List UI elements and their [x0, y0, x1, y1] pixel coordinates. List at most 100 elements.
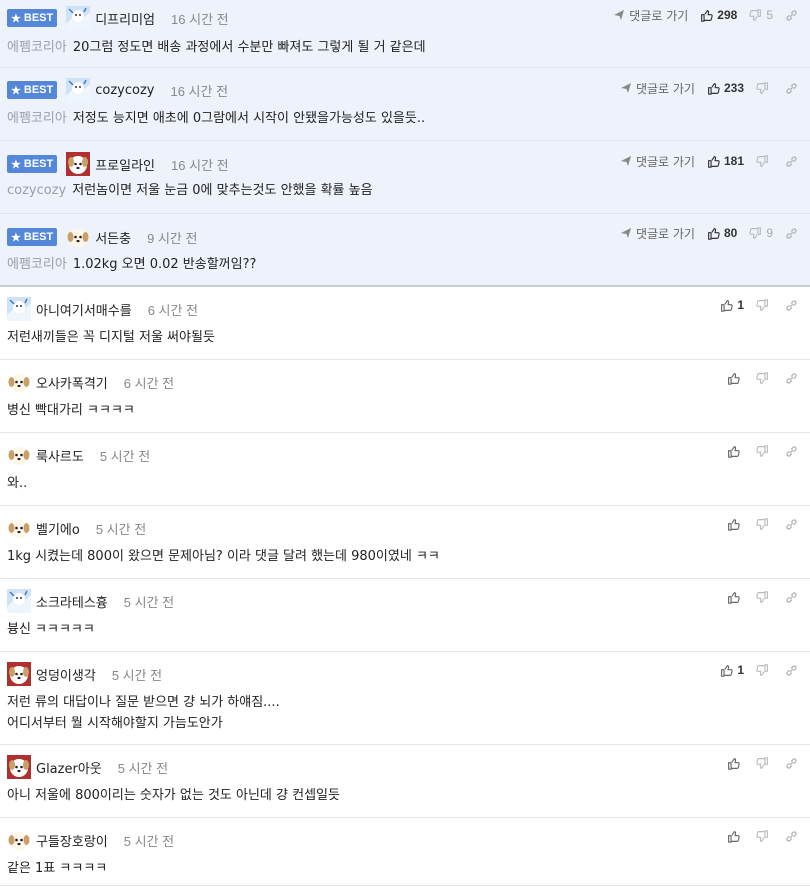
downvote-button[interactable]: [756, 154, 773, 168]
comment-author[interactable]: 소크라테스흉: [36, 592, 108, 611]
downvote-button[interactable]: [756, 756, 773, 770]
comment-body: 아니 저울에 800이리는 숫자가 없는 것도 아닌데 걍 컨셉일듯: [7, 785, 340, 806]
best-comment: ★ BEST 디프리미엄 16 시간 전 댓글로 가기 298 5 에펨코리아 20…: [0, 0, 810, 68]
goto-comment-button[interactable]: 댓글로 가기: [613, 7, 688, 24]
upvote-button[interactable]: 181: [707, 154, 744, 168]
thumbs-up-icon: [727, 518, 740, 531]
comment-author[interactable]: cozycozy: [95, 83, 154, 98]
copy-link-button[interactable]: [785, 372, 798, 385]
reply-to[interactable]: 에펨코리아: [7, 111, 67, 126]
downvote-button[interactable]: 5: [749, 8, 773, 22]
comment-text-line: 븅신 ㅋㅋㅋㅋㅋ: [7, 622, 95, 637]
best-comment: ★ BEST 서든충 9 시간 전 댓글로 가기 80 9 에펨코리아 1.02kg…: [0, 214, 810, 287]
upvote-count: 233: [723, 81, 744, 95]
copy-link-button[interactable]: [785, 518, 798, 531]
comment-time: 16 시간 전: [171, 157, 229, 173]
thumbs-down-icon: [756, 517, 769, 531]
thumbs-down-icon: [756, 590, 769, 604]
reply-to[interactable]: cozycozy: [7, 183, 66, 198]
upvote-button[interactable]: 1: [720, 298, 744, 312]
comment-body: 병신 빡대가리 ㅋㅋㅋㅋ: [7, 400, 135, 421]
comment-author[interactable]: 디프리미엄: [95, 9, 155, 28]
downvote-button[interactable]: [756, 81, 773, 95]
downvote-button[interactable]: [756, 371, 773, 385]
comment-time: 6 시간 전: [123, 375, 175, 391]
thumbs-down-icon: [756, 444, 769, 458]
copy-link-button[interactable]: [785, 155, 798, 168]
downvote-button[interactable]: 9: [749, 226, 773, 240]
downvote-button[interactable]: [756, 444, 773, 458]
downvote-button[interactable]: [756, 829, 773, 843]
comment-author[interactable]: 엉덩이생각: [36, 665, 96, 684]
goto-comment-button[interactable]: 댓글로 가기: [620, 153, 695, 170]
reply-to[interactable]: 에펨코리아: [7, 257, 67, 272]
copy-link-button[interactable]: [785, 227, 798, 240]
avatar-dog-icon: [7, 370, 31, 394]
upvote-button[interactable]: 1: [720, 663, 744, 677]
comment-text: 20그럼 정도면 배송 과정에서 수분만 빠져도 그렇게 될 거 같은데: [72, 40, 426, 55]
thumbs-up-icon: [727, 591, 740, 604]
comment-author[interactable]: Glazer아웃: [36, 758, 102, 777]
goto-comment-button[interactable]: 댓글로 가기: [620, 225, 695, 242]
avatar-dog-icon: [7, 828, 31, 852]
comment: 아니여기서매수를 6 시간 전 1 저런새끼들은 꼭 디지털 저울 써야될듯: [0, 287, 810, 360]
link-icon: [785, 227, 798, 240]
link-icon: [785, 757, 798, 770]
comment-author[interactable]: 프로일라인: [95, 155, 155, 174]
upvote-count: 298: [717, 8, 738, 22]
comment-author[interactable]: 오사카폭격기: [36, 373, 108, 392]
star-icon: ★: [11, 84, 21, 97]
downvote-button[interactable]: [756, 298, 773, 312]
copy-link-button[interactable]: [785, 82, 798, 95]
arrow-icon: [620, 227, 632, 239]
goto-comment-button[interactable]: 댓글로 가기: [620, 80, 695, 97]
avatar-dog-red-icon: [7, 755, 31, 779]
thumbs-up-icon: [727, 757, 740, 770]
upvote-button[interactable]: [727, 372, 744, 385]
comment-author[interactable]: 룩사르도: [36, 446, 84, 465]
upvote-button[interactable]: [727, 518, 744, 531]
comment-author[interactable]: 서든충: [95, 228, 131, 247]
comment-author[interactable]: 구들장호랑이: [36, 831, 108, 850]
thumbs-down-icon: [756, 154, 769, 168]
copy-link-button[interactable]: [785, 445, 798, 458]
comment: 룩사르도 5 시간 전 와..: [0, 433, 810, 506]
copy-link-button[interactable]: [785, 9, 798, 22]
upvote-button[interactable]: 233: [707, 81, 744, 95]
comment: Glazer아웃 5 시간 전 아니 저울에 800이리는 숫자가 없는 것도 …: [0, 745, 810, 818]
thumbs-down-icon: [756, 371, 769, 385]
comment-time: 5 시간 전: [95, 521, 147, 537]
downvote-button[interactable]: [756, 517, 773, 531]
star-icon: ★: [11, 231, 21, 244]
downvote-button[interactable]: [756, 590, 773, 604]
upvote-button[interactable]: 298: [700, 8, 737, 22]
link-icon: [785, 445, 798, 458]
comment-time: 5 시간 전: [123, 833, 175, 849]
reply-to[interactable]: 에펨코리아: [7, 40, 67, 55]
copy-link-button[interactable]: [785, 664, 798, 677]
copy-link-button[interactable]: [785, 757, 798, 770]
copy-link-button[interactable]: [785, 591, 798, 604]
upvote-button[interactable]: [727, 757, 744, 770]
comment-author[interactable]: 벨기에o: [36, 519, 80, 538]
downvote-count: 5: [766, 8, 773, 22]
comment-body: 에펨코리아 1.02kg 오면 0.02 반송할꺼임??: [7, 254, 256, 275]
upvote-count: 181: [723, 154, 744, 168]
link-icon: [785, 299, 798, 312]
comment-author[interactable]: 아니여기서매수를: [36, 300, 132, 319]
copy-link-button[interactable]: [785, 830, 798, 843]
upvote-button[interactable]: 80: [707, 226, 737, 240]
comment-text-line: 병신 빡대가리 ㅋㅋㅋㅋ: [7, 403, 135, 418]
upvote-button[interactable]: [727, 591, 744, 604]
downvote-button[interactable]: [756, 663, 773, 677]
upvote-button[interactable]: [727, 830, 744, 843]
avatar-dog-icon: [7, 516, 31, 540]
comment-text: 저정도 능지면 애초에 0그람에서 시작이 안됐을가능성도 있을듯..: [72, 111, 426, 126]
link-icon: [785, 518, 798, 531]
copy-link-button[interactable]: [785, 299, 798, 312]
comment-text-line: 1kg 시켰는데 800이 왔으면 문제아님? 이라 댓글 달려 했는데 980…: [7, 549, 440, 564]
arrow-icon: [620, 82, 632, 94]
avatar-snow-icon: [66, 78, 91, 102]
comment-time: 16 시간 전: [170, 83, 229, 99]
upvote-button[interactable]: [727, 445, 744, 458]
